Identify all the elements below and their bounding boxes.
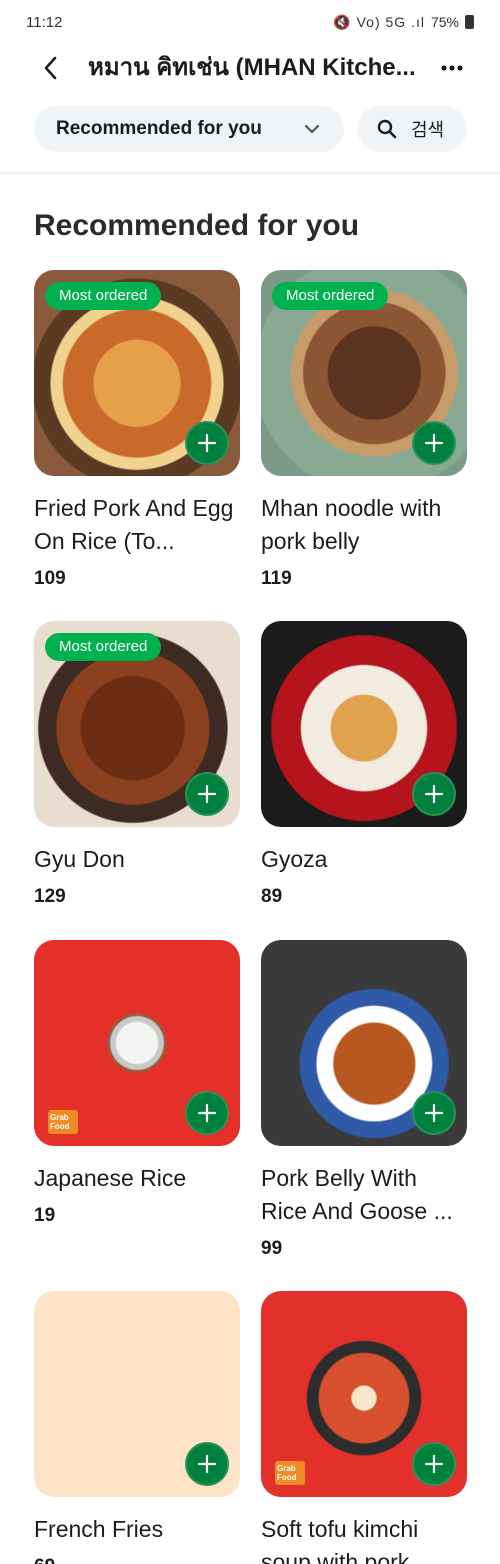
- menu-item-card[interactable]: Most ordered Fried Pork And Egg On Rice …: [34, 270, 240, 590]
- food-image[interactable]: Most ordered: [261, 270, 467, 476]
- add-to-cart-button[interactable]: [185, 421, 229, 465]
- add-to-cart-button[interactable]: [412, 1091, 456, 1135]
- most-ordered-badge: Most ordered: [45, 633, 162, 661]
- battery-level: 75%: [430, 14, 459, 30]
- grab-food-logo: Grab Food: [48, 1110, 78, 1134]
- item-name: Gyu Don: [34, 846, 125, 872]
- filter-row: Recommended for you 검색: [0, 106, 500, 152]
- battery-icon: [465, 15, 474, 29]
- item-name: French Fries: [34, 1516, 164, 1542]
- chevron-left-icon: [44, 56, 57, 80]
- item-name: Gyoza: [261, 846, 328, 872]
- food-image[interactable]: [34, 1291, 240, 1497]
- food-image[interactable]: [261, 940, 467, 1146]
- add-to-cart-button[interactable]: [185, 1091, 229, 1135]
- item-name: Soft tofu kimchi soup with pork: [261, 1516, 419, 1564]
- plus-icon: [197, 433, 217, 453]
- item-name: Pork Belly With Rice And Goose ...: [261, 1165, 453, 1224]
- plus-icon: [197, 1454, 217, 1474]
- food-image[interactable]: Most ordered: [34, 270, 240, 476]
- menu-item-card[interactable]: Grab Food Soft tofu kimchi soup with por…: [261, 1291, 467, 1564]
- category-dropdown[interactable]: Recommended for you: [34, 106, 344, 152]
- search-button[interactable]: 검색: [357, 106, 467, 152]
- restaurant-title: หมาน คิทเช่น (MHAN Kitche...: [88, 54, 416, 81]
- menu-item-card[interactable]: Most ordered Mhan noodle with pork belly…: [261, 270, 467, 590]
- search-icon: [377, 119, 397, 139]
- plus-icon: [424, 1103, 444, 1123]
- most-ordered-badge: Most ordered: [272, 282, 389, 310]
- back-button[interactable]: [32, 50, 68, 86]
- food-image[interactable]: Grab Food: [261, 1291, 467, 1497]
- item-price: 129: [34, 886, 66, 907]
- category-dropdown-label: Recommended for you: [56, 118, 262, 139]
- item-price: 109: [34, 568, 66, 589]
- menu-item-card[interactable]: Gyoza 89: [261, 621, 467, 908]
- more-dots-icon: [441, 65, 463, 71]
- item-price: 19: [34, 1205, 56, 1226]
- item-price: 89: [261, 886, 283, 907]
- most-ordered-badge: Most ordered: [45, 282, 162, 310]
- food-image[interactable]: [261, 621, 467, 827]
- chevron-down-icon: [304, 124, 320, 134]
- add-to-cart-button[interactable]: [185, 1442, 229, 1486]
- item-name: Japanese Rice: [34, 1165, 187, 1191]
- food-image[interactable]: Grab Food: [34, 940, 240, 1146]
- item-name: Mhan noodle with pork belly: [261, 495, 442, 554]
- more-options-button[interactable]: [434, 50, 470, 86]
- add-to-cart-button[interactable]: [412, 1442, 456, 1486]
- add-to-cart-button[interactable]: [412, 421, 456, 465]
- plus-icon: [424, 433, 444, 453]
- item-price: 119: [261, 568, 292, 589]
- status-icons: 🔇 Vo) 5G .ıl 75%: [333, 14, 474, 31]
- signal-icons: 🔇 Vo) 5G .ıl: [333, 13, 425, 30]
- menu-item-card[interactable]: French Fries 69: [34, 1291, 240, 1564]
- grab-food-logo: Grab Food: [275, 1461, 305, 1485]
- plus-icon: [197, 784, 217, 804]
- item-price: 69: [34, 1556, 240, 1564]
- item-price: 99: [261, 1238, 283, 1259]
- menu-item-card[interactable]: Pork Belly With Rice And Goose ... 99: [261, 940, 467, 1260]
- search-label: 검색: [411, 120, 445, 140]
- menu-item-card[interactable]: Most ordered Gyu Don 129: [34, 621, 240, 908]
- plus-icon: [424, 1454, 444, 1474]
- header-divider: [0, 172, 500, 175]
- header: หมาน คิทเช่น (MHAN Kitche...: [0, 44, 500, 92]
- menu-item-card[interactable]: Grab Food Japanese Rice 19: [34, 940, 240, 1227]
- item-name: Fried Pork And Egg On Rice (To...: [34, 495, 234, 554]
- status-bar: 11:12 🔇 Vo) 5G .ıl 75%: [0, 0, 500, 44]
- add-to-cart-button[interactable]: [185, 772, 229, 816]
- add-to-cart-button[interactable]: [412, 772, 456, 816]
- food-image[interactable]: Most ordered: [34, 621, 240, 827]
- plus-icon: [197, 1103, 217, 1123]
- status-time: 11:12: [26, 13, 63, 31]
- section-title: Recommended for you: [34, 209, 360, 242]
- plus-icon: [424, 784, 444, 804]
